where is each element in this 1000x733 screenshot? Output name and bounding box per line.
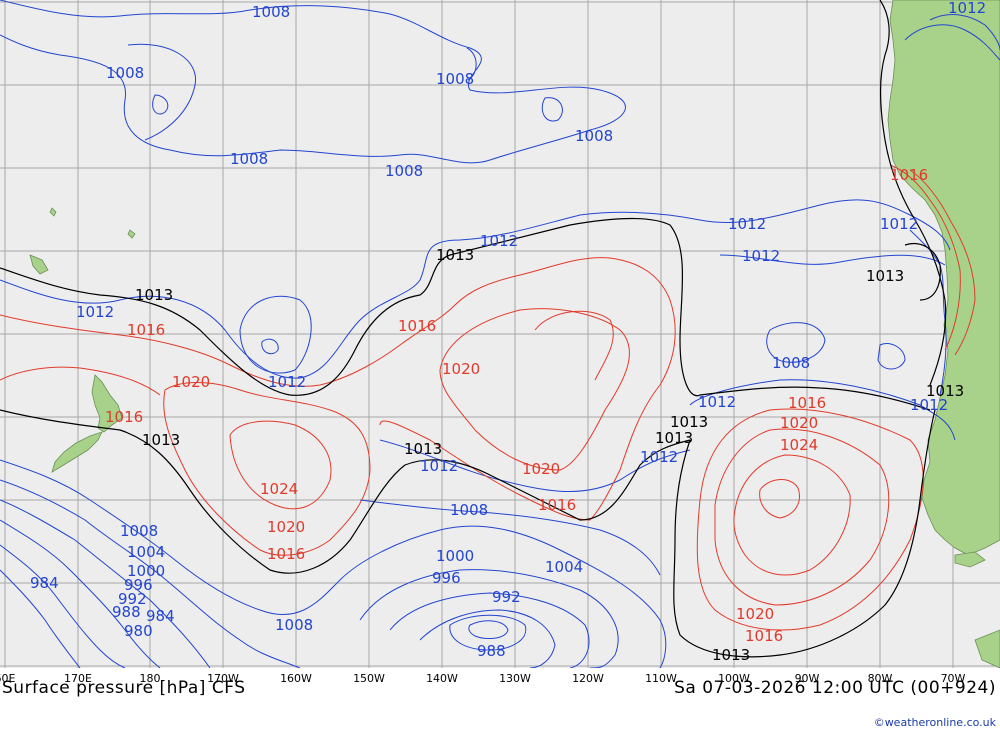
fiji-islands bbox=[29, 254, 49, 275]
longitude-label: 160W bbox=[280, 672, 312, 685]
pressure-map: 1008 1008 1008 1008 1008 1008 1012 1012 … bbox=[0, 0, 1000, 668]
isobar-label: 1013 bbox=[135, 286, 173, 304]
isobar-label: 1004 bbox=[545, 558, 583, 576]
isobar-label: 1024 bbox=[260, 480, 298, 498]
isobar-label: 1016 bbox=[127, 321, 165, 339]
isobar-label: 1016 bbox=[788, 394, 826, 412]
isobar-labels: 1008 1008 1008 1008 1008 1008 1012 1012 … bbox=[30, 0, 986, 660]
falklands-land bbox=[974, 629, 1000, 668]
isobar-label: 1012 bbox=[742, 247, 780, 265]
isobar-label: 1020 bbox=[267, 518, 305, 536]
isobar-label: 984 bbox=[146, 607, 175, 625]
isobar-label: 988 bbox=[112, 603, 141, 621]
isobar-label: 1013 bbox=[404, 440, 442, 458]
valid-time: Sa 07-03-2026 12:00 UTC (00+924) bbox=[674, 678, 996, 698]
isobar-label: 1008 bbox=[252, 3, 290, 21]
map-footer: 60E 170E 180 170W 160W 150W 140W 130W 12… bbox=[0, 668, 1000, 733]
isobar-label: 1016 bbox=[745, 627, 783, 645]
isobar-label: 1012 bbox=[480, 232, 518, 250]
isobar-label: 1004 bbox=[127, 543, 165, 561]
isobar-label: 1016 bbox=[538, 496, 576, 514]
isobar-label: 1016 bbox=[398, 317, 436, 335]
isobar-label: 1008 bbox=[436, 70, 474, 88]
isobar-label: 1013 bbox=[436, 246, 474, 264]
isobar-label: 1013 bbox=[142, 431, 180, 449]
isobar-label: 1013 bbox=[655, 429, 693, 447]
isobar-label: 1008 bbox=[275, 616, 313, 634]
tierra-del-fuego-land bbox=[954, 551, 986, 568]
isobar-label: 1008 bbox=[120, 522, 158, 540]
isobar-label: 996 bbox=[432, 569, 461, 587]
isobar-label: 1020 bbox=[780, 414, 818, 432]
isobar-label: 1008 bbox=[230, 150, 268, 168]
isobar-label: 1012 bbox=[948, 0, 986, 17]
longitude-label: 120W bbox=[572, 672, 604, 685]
isobar-label: 1008 bbox=[450, 501, 488, 519]
isobar-label: 1012 bbox=[640, 448, 678, 466]
isobar-label: 1020 bbox=[172, 373, 210, 391]
small-island-2 bbox=[127, 229, 136, 239]
isobar-label: 1008 bbox=[106, 64, 144, 82]
longitude-label: 130W bbox=[499, 672, 531, 685]
isobar-label: 988 bbox=[477, 642, 506, 660]
longitude-label: 140W bbox=[426, 672, 458, 685]
isobar-label: 1013 bbox=[712, 646, 750, 664]
isobar-label: 1008 bbox=[772, 354, 810, 372]
isobar-label: 1020 bbox=[736, 605, 774, 623]
isobar-label: 1016 bbox=[105, 408, 143, 426]
longitude-label: 110W bbox=[645, 672, 677, 685]
isobar-label: 1016 bbox=[890, 166, 928, 184]
isobar-label: 1020 bbox=[442, 360, 480, 378]
map-title: Surface pressure [hPa] CFS bbox=[2, 678, 246, 698]
isobar-label: 1020 bbox=[522, 460, 560, 478]
map-canvas: 1008 1008 1008 1008 1008 1008 1012 1012 … bbox=[0, 0, 1000, 668]
isobar-label: 1012 bbox=[698, 393, 736, 411]
isobar-label: 1012 bbox=[420, 457, 458, 475]
isobar-label: 1008 bbox=[575, 127, 613, 145]
isobar-label: 1013 bbox=[866, 267, 904, 285]
longitude-label: 150W bbox=[353, 672, 385, 685]
isobar-label: 1012 bbox=[268, 373, 306, 391]
isobar-label: 1000 bbox=[436, 547, 474, 565]
south-america-land bbox=[887, 0, 1000, 556]
new-zealand-south-island bbox=[51, 431, 103, 473]
small-island bbox=[49, 207, 57, 217]
credit-link[interactable]: ©weatheronline.co.uk bbox=[874, 716, 996, 729]
isobar-label: 1012 bbox=[880, 215, 918, 233]
isobar-label: 984 bbox=[30, 574, 59, 592]
isobar-label: 1016 bbox=[267, 545, 305, 563]
isobar-label: 1008 bbox=[385, 162, 423, 180]
isobar-label: 1012 bbox=[76, 303, 114, 321]
isobar-label: 992 bbox=[492, 588, 521, 606]
isobar-label: 1012 bbox=[728, 215, 766, 233]
isobar-label: 1024 bbox=[780, 436, 818, 454]
isobar-label: 1012 bbox=[910, 396, 948, 414]
